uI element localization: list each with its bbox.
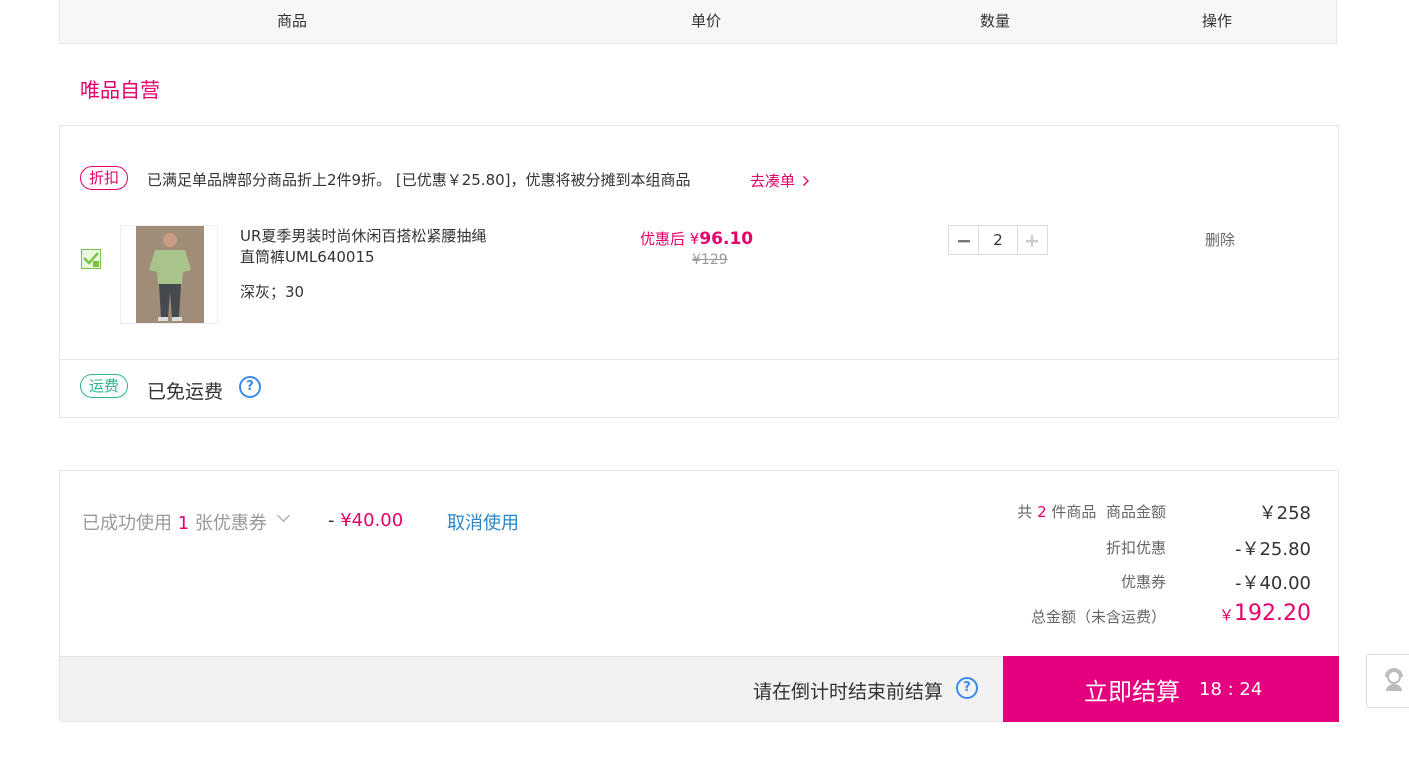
cart-item-group: 折扣 已满足单品牌部分商品折上2件9折。 [已优惠￥25.80]，优惠将被分摊到… — [59, 125, 1339, 418]
cancel-coupon-link[interactable]: 取消使用 — [447, 509, 519, 535]
countdown-help-icon[interactable]: ? — [956, 677, 978, 699]
goods-count: 2 — [1037, 503, 1047, 521]
checkout-timer: 18 : 24 — [1199, 679, 1263, 700]
coupon-used-prefix: 已成功使用 — [82, 513, 172, 534]
coupon-amount-value: ¥40.00 — [340, 510, 404, 531]
coupon-used-count: 1 — [177, 513, 190, 534]
goods-amount-label: 商品金额 — [1105, 503, 1166, 521]
check-icon — [83, 252, 99, 267]
quantity-input[interactable]: 2 — [978, 226, 1018, 254]
total-currency: ￥ — [1219, 606, 1235, 624]
customer-service-icon — [1385, 668, 1403, 691]
discount-label: 折扣优惠 — [1105, 539, 1166, 557]
total-label: 总金额（未含运费） — [1030, 608, 1166, 626]
count-suffix: 件商品 — [1051, 503, 1097, 521]
shipping-tag: 运费 — [80, 374, 129, 398]
coupon-amount: - ¥40.00 — [328, 510, 403, 531]
add-more-label: 去凑单 — [750, 172, 796, 190]
coupon-used-suffix: 张优惠券 — [194, 513, 267, 534]
countdown-text: 请在倒计时结束前结算 — [753, 681, 944, 703]
price-after-value: 96.10 — [699, 229, 754, 249]
delete-button[interactable]: 删除 — [1205, 229, 1235, 250]
total-amount: 192.20 — [1234, 601, 1311, 626]
cart-table-header: 商品 单价 数量 操作 — [59, 0, 1337, 44]
checkout-button[interactable]: 立即结算 18 : 24 — [1003, 656, 1339, 722]
product-name[interactable]: UR夏季男装时尚休闲百搭松紧腰抽绳直筒裤UML640015 — [240, 226, 490, 268]
header-product: 商品 — [277, 12, 308, 30]
header-unit-price: 单价 — [691, 12, 722, 30]
coupon-selector[interactable]: 已成功使用 1 张优惠券 — [82, 509, 267, 535]
product-thumbnail[interactable] — [120, 225, 218, 324]
product-image — [136, 226, 204, 323]
order-summary: 已成功使用 1 张优惠券 - ¥40.00 取消使用 共 2 件商品 商品金额 … — [59, 470, 1339, 722]
increase-button[interactable] — [1018, 226, 1047, 254]
discount-tag: 折扣 — [80, 166, 129, 190]
customer-service-widget[interactable] — [1366, 654, 1409, 708]
checkout-bar: 请在倒计时结束前结算 ? 立即结算 18 : 24 — [60, 656, 1339, 722]
goods-count-label: 共 2 件商品 商品金额 — [1017, 501, 1166, 522]
divider — [60, 359, 1338, 360]
price-currency: ¥ — [689, 230, 700, 248]
goods-amount-value: ￥258 — [1258, 503, 1311, 524]
price-after-discount: 优惠后 ¥96.10 — [640, 228, 753, 249]
header-quantity: 数量 — [980, 12, 1011, 30]
price-after-label: 优惠后 — [640, 230, 686, 248]
promotion-text: 已满足单品牌部分商品折上2件9折。 [已优惠￥25.80]，优惠将被分摊到本组商… — [147, 171, 691, 189]
add-more-link[interactable]: 去凑单 — [750, 170, 810, 191]
quantity-stepper: 2 — [948, 225, 1048, 255]
price-original: ¥129 — [692, 252, 728, 268]
coupon-amount-dash: - — [328, 510, 341, 531]
plus-icon — [1026, 235, 1039, 247]
decrease-button[interactable] — [949, 226, 978, 254]
item-checkbox[interactable] — [81, 249, 101, 269]
chevron-right-icon — [802, 176, 809, 186]
discount-value: -￥25.80 — [1234, 539, 1311, 560]
total-value: ￥192.20 — [1219, 601, 1311, 626]
coupon-label: 优惠券 — [1120, 573, 1166, 591]
coupon-value: -￥40.00 — [1234, 573, 1311, 594]
minus-icon — [957, 240, 970, 243]
product-spec: 深灰；30 — [240, 283, 305, 301]
header-action: 操作 — [1202, 12, 1233, 30]
chevron-down-icon[interactable] — [277, 509, 290, 522]
shipping-status: 已免运费 — [147, 381, 224, 403]
shop-title: 唯品自营 — [80, 78, 160, 102]
count-prefix: 共 — [1017, 503, 1033, 521]
checkout-button-label: 立即结算 — [1084, 678, 1180, 706]
shipping-help-icon[interactable]: ? — [239, 376, 261, 398]
